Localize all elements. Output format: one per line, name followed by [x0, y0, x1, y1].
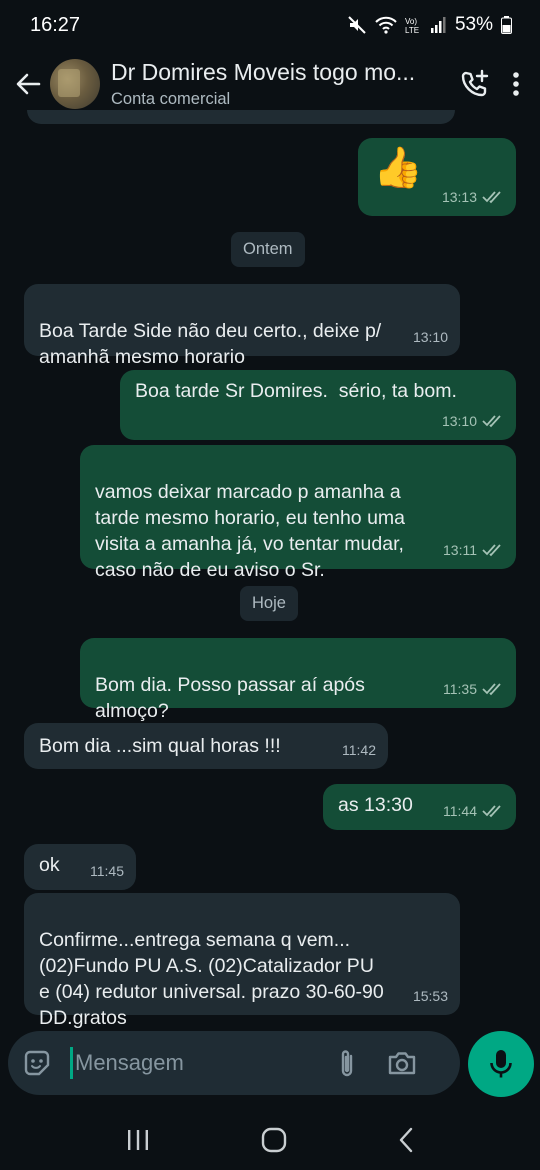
add-call-button[interactable]: [460, 69, 490, 99]
status-icons: Vo) LTE 53%: [347, 14, 512, 36]
volte-icon: Vo) LTE: [405, 15, 423, 35]
status-bar: 16:27 Vo) LTE 53%: [0, 0, 540, 50]
wifi-icon: [375, 16, 397, 34]
mute-icon: [347, 15, 367, 35]
camera-button[interactable]: [387, 1050, 417, 1076]
message-outgoing[interactable]: as 13:30 11:44: [323, 784, 516, 830]
date-chip-hoje: Hoje: [240, 586, 298, 621]
contact-subtitle: Conta comercial: [111, 90, 231, 108]
contact-info[interactable]: Dr Domires Moveis togo mo... Conta comer…: [111, 59, 460, 109]
message-time: 11:44: [443, 803, 477, 819]
attach-icon: [341, 1050, 353, 1077]
back-nav-button[interactable]: [398, 1127, 414, 1153]
back-nav-icon: [400, 1127, 413, 1153]
camera-icon: [388, 1052, 416, 1075]
message-time: 13:11: [443, 542, 477, 558]
mic-icon: [490, 1050, 512, 1078]
message-incoming[interactable]: Bom dia ...sim qual horas !!! 11:42: [24, 723, 388, 769]
contact-name: Dr Domires Moveis togo mo...: [111, 59, 416, 85]
status-time: 16:27: [30, 13, 81, 36]
sticker-button[interactable]: [22, 1048, 52, 1078]
message-input[interactable]: [75, 1050, 335, 1076]
message-composer: [8, 1031, 460, 1095]
message-outgoing[interactable]: vamos deixar marcado p amanha a tarde me…: [80, 445, 516, 581]
more-vert-icon: [513, 72, 519, 96]
partial-message: [27, 110, 455, 124]
message-text: ok: [39, 854, 60, 876]
message-time: 13:10: [412, 329, 448, 345]
date-chip-ontem: Ontem: [231, 232, 305, 267]
message-time: 11:45: [90, 863, 124, 879]
battery-icon: [501, 16, 512, 34]
message-text: Confirme...entrega semana q vem... (02)F…: [39, 929, 384, 1029]
system-nav-bar: [0, 1110, 540, 1170]
message-outgoing[interactable]: Boa tarde Sr Domires. sério, ta bom. 13:…: [120, 370, 516, 440]
double-check-icon: [482, 805, 501, 818]
back-arrow-icon: [16, 73, 41, 95]
add-call-icon: [461, 69, 489, 97]
back-button[interactable]: [6, 62, 50, 106]
recents-icon: [127, 1130, 148, 1150]
double-check-icon: [482, 683, 501, 696]
message-text: Boa tarde Sr Domires. sério, ta bom.: [135, 380, 457, 402]
message-text: as 13:30: [338, 794, 413, 816]
message-outgoing[interactable]: 👍 13:13: [358, 138, 516, 216]
battery-percent: 53%: [454, 14, 493, 35]
signal-icon: [430, 17, 447, 33]
double-check-icon: [482, 415, 501, 428]
message-text: Bom dia. Posso passar aí após almoço?: [95, 674, 365, 722]
message-text: 👍: [373, 146, 423, 190]
recents-button[interactable]: [126, 1129, 150, 1151]
double-check-icon: [482, 191, 501, 204]
attach-button[interactable]: [337, 1047, 357, 1079]
voice-record-button[interactable]: [468, 1031, 534, 1097]
home-button[interactable]: [261, 1127, 287, 1153]
home-icon: [261, 1127, 287, 1153]
message-text: Bom dia ...sim qual horas !!!: [39, 735, 281, 757]
message-text: Boa Tarde Side não deu certo., deixe p/ …: [39, 320, 382, 368]
double-check-icon: [482, 544, 501, 557]
chat-header: Dr Domires Moveis togo mo... Conta comer…: [0, 50, 540, 118]
svg-text:Vo): Vo): [405, 17, 417, 26]
message-time: 15:53: [412, 988, 448, 1004]
message-time: 11:35: [443, 681, 477, 697]
message-time: 13:10: [441, 413, 477, 429]
message-time: 13:13: [441, 189, 477, 205]
message-incoming[interactable]: ok 11:45: [24, 844, 136, 890]
more-options-button[interactable]: [512, 71, 520, 97]
text-cursor: [70, 1047, 73, 1079]
message-text: vamos deixar marcado p amanha a tarde me…: [95, 481, 406, 581]
message-incoming[interactable]: Confirme...entrega semana q vem... (02)F…: [24, 893, 460, 1029]
sticker-icon: [24, 1050, 50, 1076]
svg-text:LTE: LTE: [405, 26, 419, 35]
message-outgoing[interactable]: Bom dia. Posso passar aí após almoço? 11…: [80, 638, 516, 722]
chat-messages[interactable]: 👍 13:13 Ontem Boa Tarde Side não deu cer…: [0, 110, 540, 1029]
message-incoming[interactable]: Boa Tarde Side não deu certo., deixe p/ …: [24, 284, 460, 368]
message-time: 11:42: [342, 742, 376, 758]
avatar[interactable]: [50, 59, 100, 109]
